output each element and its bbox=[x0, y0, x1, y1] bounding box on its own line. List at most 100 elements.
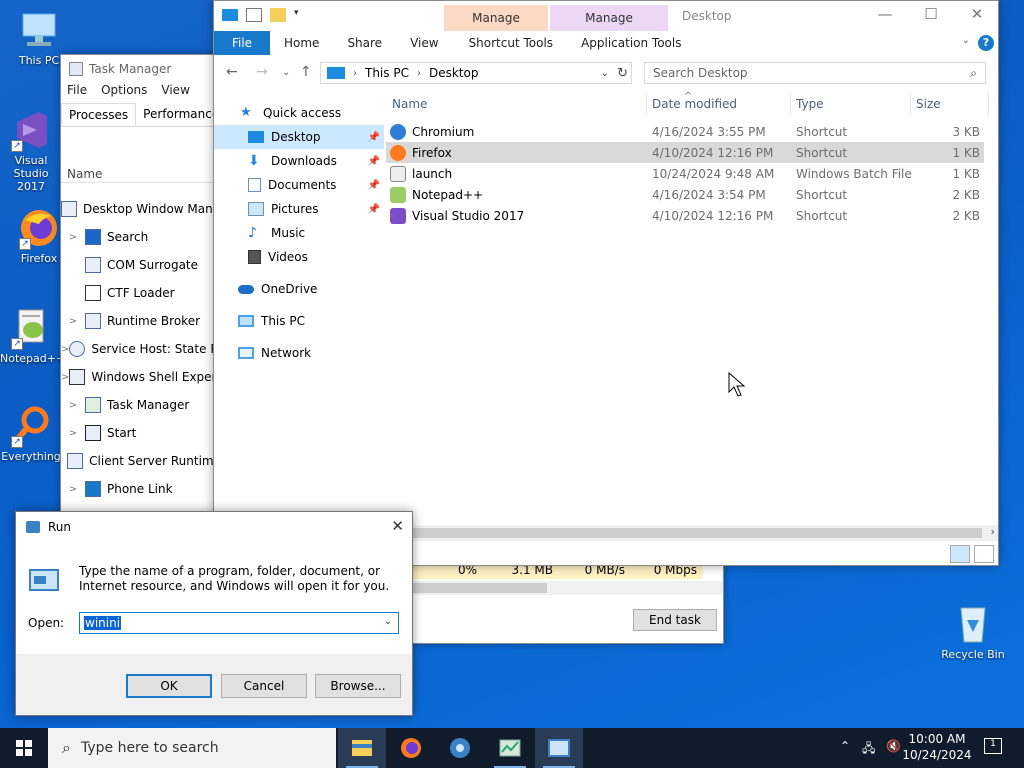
file-row[interactable]: Visual Studio 2017 4/10/2024 12:16 PM Sh… bbox=[386, 205, 984, 226]
menu-file[interactable]: File bbox=[67, 83, 87, 103]
open-combobox[interactable]: winini ⌄ bbox=[79, 612, 399, 634]
column-header-name[interactable]: Name bbox=[392, 97, 427, 111]
network-icon[interactable]: 🖧 bbox=[862, 739, 875, 760]
address-dropdown-icon[interactable]: ⌄ bbox=[601, 68, 609, 79]
start-button[interactable] bbox=[0, 728, 48, 768]
expand-chevron-icon[interactable]: > bbox=[61, 316, 85, 327]
column-header-date[interactable]: Date modified bbox=[652, 97, 737, 111]
process-row[interactable]: > Start bbox=[61, 419, 221, 447]
minimize-button[interactable]: — bbox=[862, 5, 908, 23]
process-row[interactable]: > Phone Link bbox=[61, 475, 221, 503]
browse-button[interactable]: Browse... bbox=[315, 674, 401, 698]
desktop-icon-recycle-bin[interactable]: Recycle Bin bbox=[938, 602, 1008, 661]
tab-processes[interactable]: Processes bbox=[61, 103, 137, 126]
pin-icon[interactable]: 📌 bbox=[368, 204, 380, 215]
search-input[interactable]: Search Desktop ⌕ bbox=[644, 62, 986, 84]
column-header-name[interactable]: Name bbox=[67, 167, 102, 181]
breadcrumb-desktop[interactable]: Desktop bbox=[429, 66, 479, 80]
tab-application-tools[interactable]: Application Tools bbox=[567, 36, 691, 50]
file-row[interactable]: Notepad++ 4/16/2024 3:54 PM Shortcut 2 K… bbox=[386, 184, 984, 205]
taskbar-run[interactable] bbox=[535, 728, 583, 768]
show-hidden-icons-chevron-icon[interactable]: ⌃ bbox=[840, 739, 850, 753]
process-row[interactable]: Client Server Runtime bbox=[61, 447, 221, 475]
process-row[interactable]: > Runtime Broker bbox=[61, 307, 221, 335]
taskbar-chromium[interactable] bbox=[436, 728, 484, 768]
nav-item-onedrive[interactable]: OneDrive bbox=[214, 277, 384, 301]
ok-button[interactable]: OK bbox=[126, 674, 212, 698]
taskbar-clock[interactable]: 10:00 AM 10/24/2024 bbox=[900, 731, 974, 763]
process-row[interactable]: > Windows Shell Experience bbox=[61, 363, 221, 391]
search-icon[interactable]: ⌕ bbox=[970, 63, 977, 83]
nav-item-downloads[interactable]: ⬇ Downloads 📌 bbox=[214, 149, 384, 173]
tab-shortcut-tools[interactable]: Shortcut Tools bbox=[453, 36, 568, 50]
close-button[interactable]: ✕ bbox=[954, 5, 1000, 23]
taskbar-firefox[interactable] bbox=[387, 728, 435, 768]
expand-chevron-icon[interactable]: > bbox=[61, 484, 85, 495]
taskbar-search-box[interactable]: ⌕ Type here to search bbox=[48, 728, 336, 768]
chevron-right-icon[interactable]: › bbox=[417, 68, 421, 79]
cancel-button[interactable]: Cancel bbox=[221, 674, 307, 698]
column-divider[interactable] bbox=[790, 93, 791, 115]
expand-chevron-icon[interactable]: > bbox=[61, 428, 85, 439]
column-divider[interactable] bbox=[646, 93, 647, 115]
nav-item-videos[interactable]: Videos bbox=[214, 245, 384, 269]
scroll-right-arrow-icon[interactable]: › bbox=[991, 525, 995, 538]
forward-arrow-icon[interactable]: → bbox=[256, 64, 268, 80]
file-row[interactable]: launch 10/24/2024 9:48 AM Windows Batch … bbox=[386, 163, 984, 184]
pin-icon[interactable]: 📌 bbox=[368, 180, 380, 191]
breadcrumb-this-pc[interactable]: This PC bbox=[365, 66, 409, 80]
scroll-thumb[interactable] bbox=[413, 583, 547, 593]
process-row[interactable]: Desktop Window Manager bbox=[61, 195, 221, 223]
run-titlebar[interactable]: Run bbox=[16, 512, 412, 542]
pin-icon[interactable]: 📌 bbox=[368, 156, 380, 167]
tab-home[interactable]: Home bbox=[270, 36, 333, 50]
scroll-thumb[interactable] bbox=[386, 528, 982, 538]
refresh-icon[interactable]: ↻ bbox=[617, 66, 628, 81]
process-row[interactable]: CTF Loader bbox=[61, 279, 221, 307]
tab-file[interactable]: File bbox=[214, 31, 270, 55]
chevron-down-icon[interactable]: ⌄ bbox=[384, 616, 392, 627]
nav-item-pictures[interactable]: Pictures 📌 bbox=[214, 197, 384, 221]
column-header-size[interactable]: Size bbox=[916, 97, 941, 111]
expand-chevron-icon[interactable]: > bbox=[61, 232, 85, 243]
nav-item-network[interactable]: Network bbox=[214, 341, 384, 365]
up-arrow-icon[interactable]: ↑ bbox=[300, 64, 312, 80]
desktop-icon-notepadpp[interactable]: ↗ Notepad++ bbox=[0, 306, 62, 365]
file-row[interactable]: Firefox 4/10/2024 12:16 PM Shortcut 1 KB bbox=[386, 142, 984, 163]
expand-chevron-icon[interactable]: > bbox=[61, 372, 69, 383]
column-divider[interactable] bbox=[988, 93, 989, 115]
desktop-icon-visual-studio[interactable]: ↗ Visual Studio 2017 bbox=[0, 108, 62, 193]
process-row[interactable]: > Service Host: State Repository bbox=[61, 335, 221, 363]
expand-chevron-icon[interactable]: > bbox=[61, 344, 69, 355]
run-dialog[interactable]: Run ✕ Type the name of a program, folder… bbox=[15, 511, 413, 716]
process-row[interactable]: > Task Manager bbox=[61, 391, 221, 419]
large-icons-view-icon[interactable] bbox=[974, 545, 994, 563]
maximize-button[interactable]: ☐ bbox=[908, 5, 954, 23]
details-view-icon[interactable] bbox=[950, 545, 970, 563]
task-manager-horizontal-scrollbar[interactable] bbox=[413, 581, 723, 595]
open-input-value[interactable]: winini bbox=[84, 616, 122, 630]
chevron-right-icon[interactable]: › bbox=[353, 68, 357, 79]
recent-locations-chevron-icon[interactable]: ⌄ bbox=[282, 67, 290, 78]
volume-muted-icon[interactable]: 🔇 bbox=[886, 739, 901, 753]
tab-view[interactable]: View bbox=[396, 36, 452, 50]
nav-item-desktop[interactable]: Desktop 📌 bbox=[214, 125, 384, 149]
properties-icon[interactable] bbox=[246, 8, 262, 22]
process-row[interactable]: COM Surrogate bbox=[61, 251, 221, 279]
expand-chevron-icon[interactable]: > bbox=[61, 400, 85, 411]
file-row[interactable]: Chromium 4/16/2024 3:55 PM Shortcut 3 KB bbox=[386, 121, 984, 142]
address-bar[interactable]: › This PC › Desktop ⌄ ↻ bbox=[320, 62, 632, 84]
end-task-button[interactable]: End task bbox=[633, 609, 717, 631]
help-icon[interactable]: ? bbox=[978, 35, 994, 51]
column-header-type[interactable]: Type bbox=[796, 97, 824, 111]
explorer-titlebar[interactable]: ▾ Manage Manage Desktop — ☐ ✕ bbox=[214, 1, 998, 31]
file-explorer-window[interactable]: ▾ Manage Manage Desktop — ☐ ✕ File Home … bbox=[213, 0, 999, 566]
new-folder-icon[interactable] bbox=[270, 8, 286, 22]
customize-toolbar-icon[interactable]: ▾ bbox=[294, 8, 304, 22]
nav-item-music[interactable]: ♪ Music bbox=[214, 221, 384, 245]
notification-center-icon[interactable]: 1 bbox=[984, 738, 1002, 754]
taskbar-file-explorer[interactable] bbox=[338, 728, 386, 768]
nav-item-documents[interactable]: Documents 📌 bbox=[214, 173, 384, 197]
back-arrow-icon[interactable]: ← bbox=[226, 64, 238, 80]
explorer-horizontal-scrollbar[interactable]: › bbox=[386, 525, 998, 541]
